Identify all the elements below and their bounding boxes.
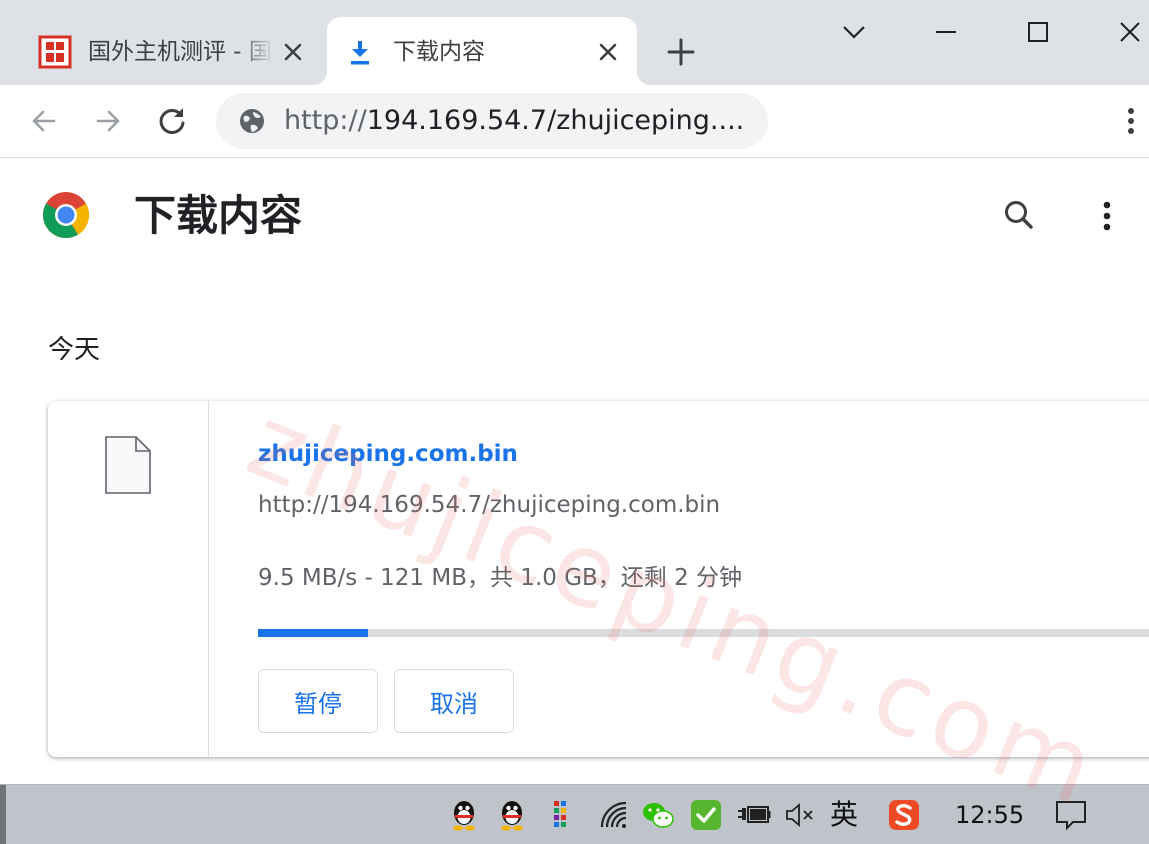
date-section-label: 今天 (48, 335, 101, 365)
search-icon[interactable] (1000, 196, 1038, 234)
url-host-path: 194.169.54.7/zhujiceping.... (366, 105, 744, 136)
tab-title: 下载内容 (393, 39, 485, 65)
chrome-logo-icon (43, 192, 89, 238)
tab-active-downloads[interactable]: 下载内容 (313, 17, 651, 85)
back-arrow-icon[interactable] (26, 103, 62, 139)
taskbar-edge (0, 785, 6, 844)
browser-toolbar: http://194.169.54.7/zhujiceping.... (0, 85, 1149, 158)
globe-icon[interactable] (238, 107, 266, 135)
notification-center-icon[interactable] (1053, 797, 1089, 833)
site-seal-icon (38, 35, 72, 69)
reload-icon[interactable] (154, 103, 190, 139)
qq-penguin-icon[interactable] (446, 797, 482, 833)
battery-charging-icon[interactable] (736, 797, 772, 833)
download-progress-bar (258, 629, 1149, 637)
minimize-icon[interactable] (926, 12, 966, 52)
qq-penguin-icon[interactable] (494, 797, 530, 833)
page-title: 下载内容 (134, 191, 303, 240)
url-text[interactable]: http://194.169.54.7/zhujiceping.... (284, 105, 744, 137)
wechat-icon[interactable] (640, 797, 676, 833)
ime-language-indicator[interactable]: 英 (830, 797, 858, 833)
tab-inactive-site[interactable]: 国外主机测评 - 国外VPS，国外 (22, 17, 322, 85)
file-icon-column (48, 401, 209, 757)
file-icon (105, 436, 151, 494)
taskbar-clock[interactable]: 12:55 (955, 798, 1024, 832)
download-arrow-icon (351, 41, 369, 65)
download-status-text: 9.5 MB/s - 121 MB，共 1.0 GB，还剩 2 分钟 (258, 565, 743, 591)
tab-title: 国外主机测评 - 国外VPS，国外 (88, 39, 273, 65)
speaker-muted-icon[interactable] (782, 797, 818, 833)
window-close-icon[interactable] (1110, 12, 1149, 52)
forward-arrow-icon[interactable] (90, 103, 126, 139)
url-scheme: http:// (284, 105, 367, 136)
file-name-link[interactable]: zhujiceping.com.bin (258, 439, 518, 469)
browser-menu-icon[interactable] (1116, 103, 1146, 139)
security-check-icon[interactable] (688, 797, 724, 833)
new-tab-plus-icon[interactable] (662, 33, 700, 71)
file-source-url[interactable]: http://194.169.54.7/zhujiceping.com.bin (258, 490, 720, 520)
windows-taskbar: 英 12:55 (0, 784, 1149, 844)
maximize-icon[interactable] (1018, 12, 1058, 52)
sogou-input-icon[interactable] (886, 797, 922, 833)
close-icon[interactable] (280, 39, 306, 65)
close-icon[interactable] (595, 39, 621, 65)
tab-strip: 国外主机测评 - 国外VPS，国外 下载内容 (0, 0, 1149, 85)
cancel-button[interactable]: 取消 (394, 669, 514, 733)
download-progress-fill (258, 629, 369, 637)
wifi-icon[interactable] (596, 797, 632, 833)
address-bar[interactable]: http://194.169.54.7/zhujiceping.... (216, 93, 768, 149)
download-item-card: zhujiceping.com.bin http://194.169.54.7/… (48, 401, 1149, 757)
color-grid-app-icon[interactable] (544, 797, 580, 833)
chevron-down-icon[interactable] (834, 12, 874, 52)
more-options-icon[interactable] (1092, 196, 1122, 236)
pause-button[interactable]: 暂停 (258, 669, 378, 733)
